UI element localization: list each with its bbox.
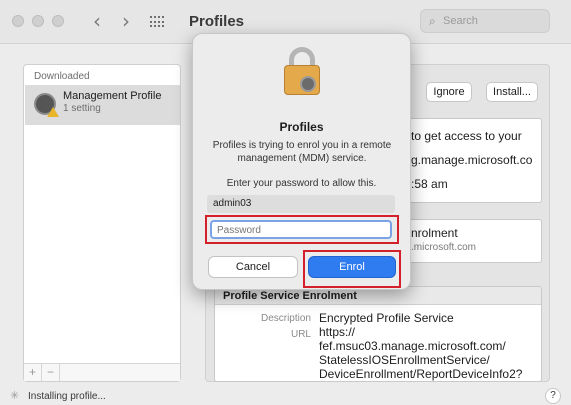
url-key: URL — [290, 329, 311, 340]
back-chevron-icon[interactable]: ‹ — [93, 9, 101, 33]
profile-gear-icon — [34, 93, 59, 117]
window-title: Profiles — [189, 13, 245, 30]
username-field[interactable]: admin03 — [207, 195, 395, 213]
profiles-window: ‹ › Profiles ⌕ Search Downloaded Managem… — [0, 0, 571, 405]
url-line: https:// — [319, 325, 356, 339]
description-line-3: :58 am — [411, 177, 448, 191]
description-key: Description — [260, 313, 311, 324]
url-line: fef.msuc03.manage.microsoft.com/ — [319, 339, 506, 353]
profiles-sidebar: Downloaded Management Profile 1 setting … — [23, 64, 181, 382]
remove-profile-button[interactable]: − — [42, 364, 60, 381]
description-value: Encrypted Profile Service — [319, 311, 454, 325]
sheet-message: Profiles is trying to enrol you in a rem… — [212, 140, 392, 164]
add-profile-button[interactable]: + — [24, 364, 42, 381]
enrolment-summary-title: nrolment — [411, 226, 458, 240]
ignore-button[interactable]: Ignore — [426, 82, 472, 102]
sidebar-section-label: Downloaded — [34, 71, 90, 82]
enrol-button[interactable]: Enrol — [308, 256, 396, 278]
enrolment-summary-host: .microsoft.com — [411, 242, 477, 253]
cancel-button[interactable]: Cancel — [208, 256, 298, 278]
password-field[interactable] — [210, 220, 392, 239]
description-line-2: g.manage.microsoft.co — [411, 153, 533, 167]
close-light-icon[interactable] — [12, 15, 24, 27]
search-icon: ⌕ — [429, 14, 436, 28]
status-text: Installing profile... — [28, 391, 106, 402]
warning-icon — [47, 107, 59, 117]
description-line-1: to get access to your — [411, 129, 522, 143]
lock-icon — [284, 47, 320, 95]
zoom-light-icon[interactable] — [52, 15, 64, 27]
sheet-prompt: Enter your password to allow this. — [226, 178, 377, 189]
search-placeholder: Search — [443, 15, 478, 27]
minimize-light-icon[interactable] — [32, 15, 44, 27]
status-bar: ✳ Installing profile... — [0, 385, 571, 405]
url-line: DeviceEnrollment/ReportDeviceInfo2? — [319, 367, 523, 381]
help-button[interactable]: ? — [545, 388, 561, 404]
sidebar-item-name: Management Profile — [63, 90, 162, 102]
sidebar-item-subtitle: 1 setting — [63, 103, 101, 114]
sidebar-footer: + − — [24, 363, 180, 381]
sheet-title: Profiles — [279, 120, 324, 134]
spinner-icon: ✳ — [10, 390, 20, 402]
profile-service-enrolment-card: Profile Service Enrolment Description En… — [214, 286, 542, 382]
grid-icon[interactable] — [150, 16, 164, 28]
search-field[interactable]: ⌕ Search — [420, 9, 550, 33]
sidebar-item-management-profile[interactable]: Management Profile 1 setting — [25, 85, 180, 125]
install-button[interactable]: Install... — [486, 82, 538, 102]
forward-chevron-icon[interactable]: › — [122, 9, 130, 33]
password-sheet: Profiles Profiles is trying to enrol you… — [192, 33, 411, 290]
url-line: StatelessIOSEnrollmentService/ — [319, 353, 490, 367]
